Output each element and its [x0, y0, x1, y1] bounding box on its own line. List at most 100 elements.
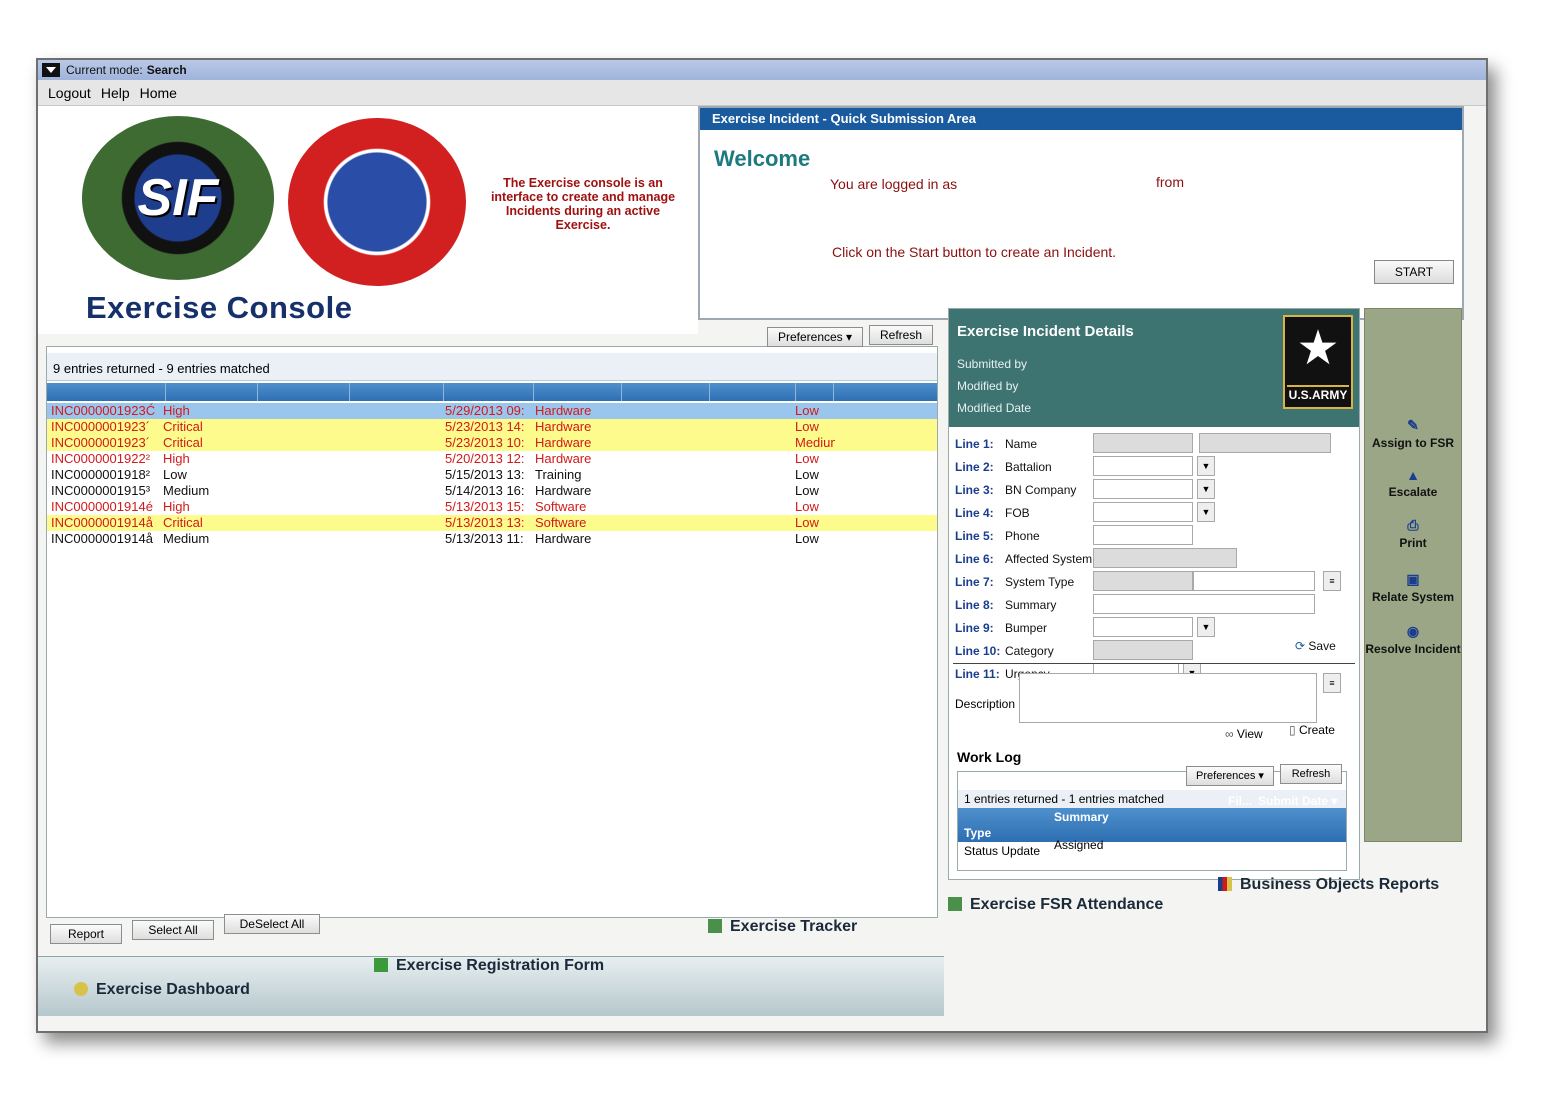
worklog-title: Work Log: [957, 749, 1022, 765]
worklog-row-summary[interactable]: Assigned: [1054, 838, 1103, 852]
escalate-button[interactable]: ▲ Escalate: [1365, 467, 1461, 499]
form-line-input[interactable]: [1093, 548, 1237, 568]
select-all-button[interactable]: Select All: [132, 920, 214, 940]
menu-home[interactable]: Home: [140, 85, 177, 101]
form-line-input[interactable]: [1093, 433, 1193, 453]
form-line-text: FOB: [1005, 506, 1030, 520]
menu-help[interactable]: Help: [101, 85, 130, 101]
form-line-input-secondary[interactable]: [1193, 571, 1315, 591]
incident-category: Hardware: [535, 531, 592, 546]
save-button[interactable]: ⟳ Save: [1295, 639, 1336, 653]
page-title: Exercise Console: [86, 290, 353, 325]
incident-urgency: Low: [795, 515, 819, 530]
column-header-bar[interactable]: [47, 383, 937, 401]
form-line-label: Line 9: Bumper: [955, 621, 1047, 635]
quick-submission-panel: Exercise Incident - Quick Submission Are…: [698, 106, 1464, 320]
create-label: Create: [1298, 723, 1335, 737]
col-type[interactable]: Type: [964, 826, 991, 840]
description-field[interactable]: [1019, 673, 1317, 723]
table-row[interactable]: INC0000001923Ć High 5/29/2013 09: Hardware L…: [47, 403, 937, 419]
from-text: from: [1156, 174, 1184, 190]
tab-exercise-tracker[interactable]: Exercise Tracker: [708, 918, 857, 936]
worklog-columns[interactable]: Type Summary Fil... Submit Date ▾: [958, 794, 1346, 842]
form-line-input[interactable]: [1093, 571, 1193, 591]
view-label: View: [1236, 727, 1263, 741]
assign-to-fsr-button[interactable]: ✎ Assign to FSR: [1365, 417, 1461, 450]
chevron-down-icon[interactable]: ▼: [1197, 456, 1215, 476]
details-title: Exercise Incident Details: [957, 323, 1134, 340]
mode-dropdown-icon[interactable]: [42, 63, 60, 77]
incident-urgency: Low: [795, 403, 819, 418]
form-line-input[interactable]: [1093, 525, 1193, 545]
form-line-input-secondary[interactable]: [1199, 433, 1331, 453]
incident-date: 5/13/2013 15:: [445, 499, 525, 514]
worklog-row-type[interactable]: Status Update: [964, 844, 1040, 858]
form-line-text: System Type: [1005, 575, 1075, 589]
create-link[interactable]: ▯ Create: [1289, 723, 1335, 737]
form-line-input[interactable]: [1093, 640, 1193, 660]
tab-registration-form[interactable]: Exercise Registration Form: [374, 957, 604, 975]
incident-date: 5/14/2013 16:: [445, 483, 525, 498]
col-files[interactable]: Fil...: [1228, 794, 1252, 808]
table-row[interactable]: INC0000001922² High 5/20/2013 12: Hardware L…: [47, 451, 937, 467]
escalate-label: Escalate: [1388, 485, 1438, 499]
bottom-nav-left: Exercise Dashboard Exercise Registration…: [38, 956, 944, 1016]
view-link[interactable]: ∞ View: [1225, 727, 1263, 741]
table-row[interactable]: INC0000001918² Low 5/15/2013 13: Training Lo…: [47, 467, 937, 483]
table-row[interactable]: INC0000001914å Critical 5/13/2013 13: Softw…: [47, 515, 937, 531]
incident-date: 5/29/2013 09:: [445, 403, 525, 418]
tab-exercise-tracker-label: Exercise Tracker: [730, 918, 858, 935]
form-line-text: Phone: [1005, 529, 1040, 543]
incident-urgency: Low: [795, 419, 819, 434]
relate-system-label: Relate System: [1371, 590, 1455, 604]
table-row[interactable]: INC0000001914å Medium 5/13/2013 11: Hardwar…: [47, 531, 937, 547]
form-line-input[interactable]: [1093, 617, 1193, 637]
form-line-label: Line 5: Phone: [955, 529, 1040, 543]
relate-system-button[interactable]: ▣ Relate System: [1365, 571, 1461, 604]
form-line-text: Category: [1005, 644, 1054, 658]
col-submit-date[interactable]: Submit Date ▾: [1258, 794, 1337, 808]
description-expand-icon[interactable]: ≡: [1323, 673, 1341, 693]
preferences-button[interactable]: Preferences ▾: [767, 327, 863, 347]
form-line-text: BN Company: [1005, 483, 1077, 497]
table-row[interactable]: INC0000001923´ Critical 5/23/2013 14: Hardw…: [47, 419, 937, 435]
table-row[interactable]: INC0000001915³ Medium 5/14/2013 16: Hardwar…: [47, 483, 937, 499]
start-button[interactable]: START: [1374, 260, 1454, 284]
resolve-incident-button[interactable]: ◉ Resolve Incident: [1365, 623, 1461, 656]
incident-id: INC0000001923´: [51, 419, 151, 434]
incident-date: 5/13/2013 11:: [445, 531, 524, 546]
table-row[interactable]: INC0000001923´ Critical 5/23/2013 10: Hardw…: [47, 435, 937, 451]
chevron-down-icon[interactable]: ▼: [1197, 502, 1215, 522]
expand-icon[interactable]: ≡: [1323, 571, 1341, 591]
incident-id: INC0000001914å: [51, 531, 153, 546]
tab-fsr-attendance[interactable]: Exercise FSR Attendance: [948, 896, 1163, 914]
worklog-preferences-button[interactable]: Preferences ▾: [1186, 766, 1274, 786]
form-line-input[interactable]: [1093, 456, 1193, 476]
chevron-down-icon[interactable]: ▼: [1197, 617, 1215, 637]
form-line-input[interactable]: [1093, 594, 1315, 614]
report-button[interactable]: Report: [50, 924, 122, 944]
incident-date: 5/20/2013 12:: [445, 451, 525, 466]
worklog-refresh-button[interactable]: Refresh: [1280, 764, 1342, 784]
refresh-button[interactable]: Refresh: [869, 325, 933, 345]
table-row[interactable]: INC0000001914é High 5/13/2013 15: Software L…: [47, 499, 937, 515]
col-submit-date-label: Submit Date: [1258, 794, 1329, 808]
col-summary[interactable]: Summary: [1054, 810, 1109, 824]
deselect-all-button[interactable]: DeSelect All: [224, 914, 320, 934]
form-line-label: Line 7: System Type: [955, 575, 1074, 589]
form-line-label: Line 8: Summary: [955, 598, 1056, 612]
form-line-number: Line 6:: [955, 552, 994, 566]
form-line-input[interactable]: [1093, 502, 1193, 522]
incident-category: Software: [535, 499, 587, 514]
print-button[interactable]: ⎙ Print: [1365, 517, 1461, 550]
menu-logout[interactable]: Logout: [48, 85, 91, 101]
incident-results-table: Preferences ▾ Refresh 9 entries returned…: [46, 325, 938, 918]
jrtc-logo: [288, 118, 466, 286]
form-line-input[interactable]: [1093, 479, 1193, 499]
incident-priority: Low: [163, 467, 187, 482]
chevron-down-icon[interactable]: ▼: [1197, 479, 1215, 499]
incident-id: INC0000001922²: [51, 451, 151, 466]
tab-exercise-dashboard[interactable]: Exercise Dashboard: [74, 981, 250, 999]
escalate-icon: ▲: [1406, 467, 1420, 483]
tab-business-objects-reports[interactable]: Business Objects Reports: [1218, 876, 1439, 894]
